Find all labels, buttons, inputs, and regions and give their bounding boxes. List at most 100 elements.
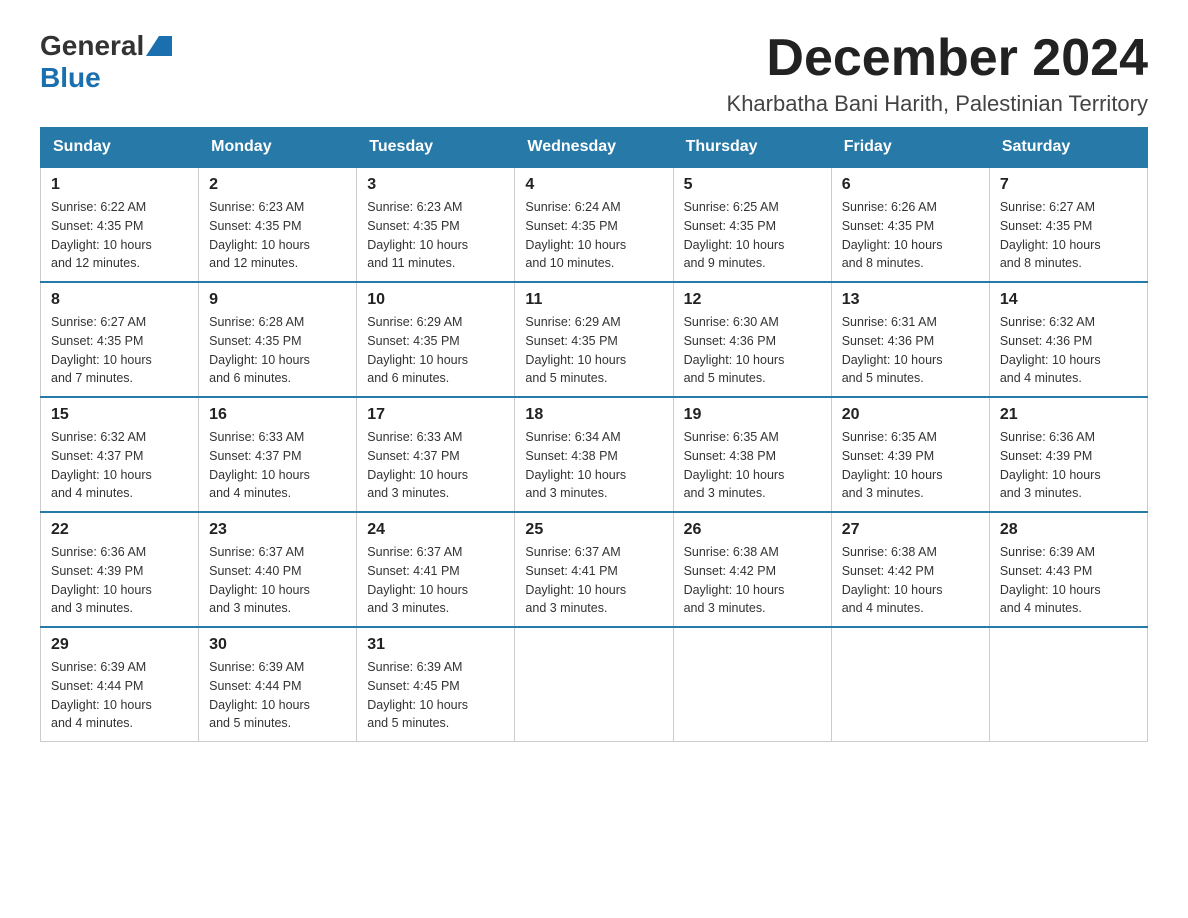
- day-info: Sunrise: 6:38 AM Sunset: 4:42 PM Dayligh…: [842, 543, 979, 618]
- month-title: December 2024: [727, 30, 1148, 87]
- day-info: Sunrise: 6:33 AM Sunset: 4:37 PM Dayligh…: [367, 428, 504, 503]
- calendar-cell: 12 Sunrise: 6:30 AM Sunset: 4:36 PM Dayl…: [673, 282, 831, 397]
- calendar-cell: 16 Sunrise: 6:33 AM Sunset: 4:37 PM Dayl…: [199, 397, 357, 512]
- weekday-header-saturday: Saturday: [989, 128, 1147, 168]
- calendar-cell: 21 Sunrise: 6:36 AM Sunset: 4:39 PM Dayl…: [989, 397, 1147, 512]
- calendar-cell: 24 Sunrise: 6:37 AM Sunset: 4:41 PM Dayl…: [357, 512, 515, 627]
- calendar-cell: 29 Sunrise: 6:39 AM Sunset: 4:44 PM Dayl…: [41, 627, 199, 742]
- day-info: Sunrise: 6:23 AM Sunset: 4:35 PM Dayligh…: [367, 198, 504, 273]
- calendar-cell: 6 Sunrise: 6:26 AM Sunset: 4:35 PM Dayli…: [831, 167, 989, 282]
- day-info: Sunrise: 6:38 AM Sunset: 4:42 PM Dayligh…: [684, 543, 821, 618]
- calendar-cell: 20 Sunrise: 6:35 AM Sunset: 4:39 PM Dayl…: [831, 397, 989, 512]
- day-info: Sunrise: 6:26 AM Sunset: 4:35 PM Dayligh…: [842, 198, 979, 273]
- day-info: Sunrise: 6:35 AM Sunset: 4:39 PM Dayligh…: [842, 428, 979, 503]
- day-info: Sunrise: 6:31 AM Sunset: 4:36 PM Dayligh…: [842, 313, 979, 388]
- day-number: 27: [842, 521, 979, 539]
- day-number: 10: [367, 291, 504, 309]
- day-number: 18: [525, 406, 662, 424]
- day-info: Sunrise: 6:28 AM Sunset: 4:35 PM Dayligh…: [209, 313, 346, 388]
- day-number: 13: [842, 291, 979, 309]
- day-info: Sunrise: 6:39 AM Sunset: 4:43 PM Dayligh…: [1000, 543, 1137, 618]
- day-info: Sunrise: 6:37 AM Sunset: 4:41 PM Dayligh…: [367, 543, 504, 618]
- calendar-cell: 17 Sunrise: 6:33 AM Sunset: 4:37 PM Dayl…: [357, 397, 515, 512]
- calendar-cell: 5 Sunrise: 6:25 AM Sunset: 4:35 PM Dayli…: [673, 167, 831, 282]
- calendar-cell: 10 Sunrise: 6:29 AM Sunset: 4:35 PM Dayl…: [357, 282, 515, 397]
- day-number: 17: [367, 406, 504, 424]
- day-number: 25: [525, 521, 662, 539]
- day-info: Sunrise: 6:25 AM Sunset: 4:35 PM Dayligh…: [684, 198, 821, 273]
- day-info: Sunrise: 6:22 AM Sunset: 4:35 PM Dayligh…: [51, 198, 188, 273]
- weekday-header-row: SundayMondayTuesdayWednesdayThursdayFrid…: [41, 128, 1148, 168]
- day-number: 1: [51, 176, 188, 194]
- calendar-cell: 23 Sunrise: 6:37 AM Sunset: 4:40 PM Dayl…: [199, 512, 357, 627]
- day-number: 23: [209, 521, 346, 539]
- day-info: Sunrise: 6:23 AM Sunset: 4:35 PM Dayligh…: [209, 198, 346, 273]
- day-info: Sunrise: 6:27 AM Sunset: 4:35 PM Dayligh…: [1000, 198, 1137, 273]
- logo-triangle-icon: [146, 36, 172, 56]
- day-info: Sunrise: 6:36 AM Sunset: 4:39 PM Dayligh…: [1000, 428, 1137, 503]
- day-number: 24: [367, 521, 504, 539]
- calendar-cell: 1 Sunrise: 6:22 AM Sunset: 4:35 PM Dayli…: [41, 167, 199, 282]
- day-number: 14: [1000, 291, 1137, 309]
- day-info: Sunrise: 6:32 AM Sunset: 4:37 PM Dayligh…: [51, 428, 188, 503]
- day-number: 26: [684, 521, 821, 539]
- day-number: 29: [51, 636, 188, 654]
- calendar-cell: 28 Sunrise: 6:39 AM Sunset: 4:43 PM Dayl…: [989, 512, 1147, 627]
- day-number: 8: [51, 291, 188, 309]
- day-number: 9: [209, 291, 346, 309]
- location-title: Kharbatha Bani Harith, Palestinian Terri…: [727, 91, 1148, 117]
- day-number: 3: [367, 176, 504, 194]
- calendar-cell: 14 Sunrise: 6:32 AM Sunset: 4:36 PM Dayl…: [989, 282, 1147, 397]
- weekday-header-tuesday: Tuesday: [357, 128, 515, 168]
- calendar-cell: 15 Sunrise: 6:32 AM Sunset: 4:37 PM Dayl…: [41, 397, 199, 512]
- calendar-cell: 7 Sunrise: 6:27 AM Sunset: 4:35 PM Dayli…: [989, 167, 1147, 282]
- calendar-cell: 25 Sunrise: 6:37 AM Sunset: 4:41 PM Dayl…: [515, 512, 673, 627]
- calendar-cell: [831, 627, 989, 742]
- day-number: 19: [684, 406, 821, 424]
- day-number: 4: [525, 176, 662, 194]
- title-block: December 2024 Kharbatha Bani Harith, Pal…: [727, 30, 1148, 117]
- day-info: Sunrise: 6:24 AM Sunset: 4:35 PM Dayligh…: [525, 198, 662, 273]
- day-info: Sunrise: 6:34 AM Sunset: 4:38 PM Dayligh…: [525, 428, 662, 503]
- day-number: 20: [842, 406, 979, 424]
- day-number: 30: [209, 636, 346, 654]
- day-info: Sunrise: 6:39 AM Sunset: 4:44 PM Dayligh…: [51, 658, 188, 733]
- day-info: Sunrise: 6:37 AM Sunset: 4:41 PM Dayligh…: [525, 543, 662, 618]
- logo: General Blue: [40, 30, 172, 94]
- calendar-table: SundayMondayTuesdayWednesdayThursdayFrid…: [40, 127, 1148, 742]
- day-info: Sunrise: 6:39 AM Sunset: 4:45 PM Dayligh…: [367, 658, 504, 733]
- day-info: Sunrise: 6:29 AM Sunset: 4:35 PM Dayligh…: [525, 313, 662, 388]
- calendar-cell: 27 Sunrise: 6:38 AM Sunset: 4:42 PM Dayl…: [831, 512, 989, 627]
- calendar-cell: 31 Sunrise: 6:39 AM Sunset: 4:45 PM Dayl…: [357, 627, 515, 742]
- day-info: Sunrise: 6:32 AM Sunset: 4:36 PM Dayligh…: [1000, 313, 1137, 388]
- day-info: Sunrise: 6:33 AM Sunset: 4:37 PM Dayligh…: [209, 428, 346, 503]
- day-number: 21: [1000, 406, 1137, 424]
- day-info: Sunrise: 6:39 AM Sunset: 4:44 PM Dayligh…: [209, 658, 346, 733]
- day-info: Sunrise: 6:35 AM Sunset: 4:38 PM Dayligh…: [684, 428, 821, 503]
- day-number: 16: [209, 406, 346, 424]
- calendar-week-1: 1 Sunrise: 6:22 AM Sunset: 4:35 PM Dayli…: [41, 167, 1148, 282]
- calendar-week-5: 29 Sunrise: 6:39 AM Sunset: 4:44 PM Dayl…: [41, 627, 1148, 742]
- day-number: 11: [525, 291, 662, 309]
- calendar-cell: 4 Sunrise: 6:24 AM Sunset: 4:35 PM Dayli…: [515, 167, 673, 282]
- calendar-cell: 11 Sunrise: 6:29 AM Sunset: 4:35 PM Dayl…: [515, 282, 673, 397]
- calendar-week-4: 22 Sunrise: 6:36 AM Sunset: 4:39 PM Dayl…: [41, 512, 1148, 627]
- weekday-header-monday: Monday: [199, 128, 357, 168]
- day-number: 22: [51, 521, 188, 539]
- calendar-cell: 26 Sunrise: 6:38 AM Sunset: 4:42 PM Dayl…: [673, 512, 831, 627]
- logo-blue-text: Blue: [40, 62, 101, 93]
- weekday-header-thursday: Thursday: [673, 128, 831, 168]
- weekday-header-sunday: Sunday: [41, 128, 199, 168]
- day-number: 7: [1000, 176, 1137, 194]
- day-info: Sunrise: 6:30 AM Sunset: 4:36 PM Dayligh…: [684, 313, 821, 388]
- calendar-body: 1 Sunrise: 6:22 AM Sunset: 4:35 PM Dayli…: [41, 167, 1148, 742]
- calendar-cell: 13 Sunrise: 6:31 AM Sunset: 4:36 PM Dayl…: [831, 282, 989, 397]
- calendar-week-3: 15 Sunrise: 6:32 AM Sunset: 4:37 PM Dayl…: [41, 397, 1148, 512]
- calendar-cell: [673, 627, 831, 742]
- day-number: 6: [842, 176, 979, 194]
- day-number: 2: [209, 176, 346, 194]
- day-info: Sunrise: 6:27 AM Sunset: 4:35 PM Dayligh…: [51, 313, 188, 388]
- day-info: Sunrise: 6:37 AM Sunset: 4:40 PM Dayligh…: [209, 543, 346, 618]
- calendar-cell: 2 Sunrise: 6:23 AM Sunset: 4:35 PM Dayli…: [199, 167, 357, 282]
- page-header: General Blue December 2024 Kharbatha Ban…: [40, 30, 1148, 117]
